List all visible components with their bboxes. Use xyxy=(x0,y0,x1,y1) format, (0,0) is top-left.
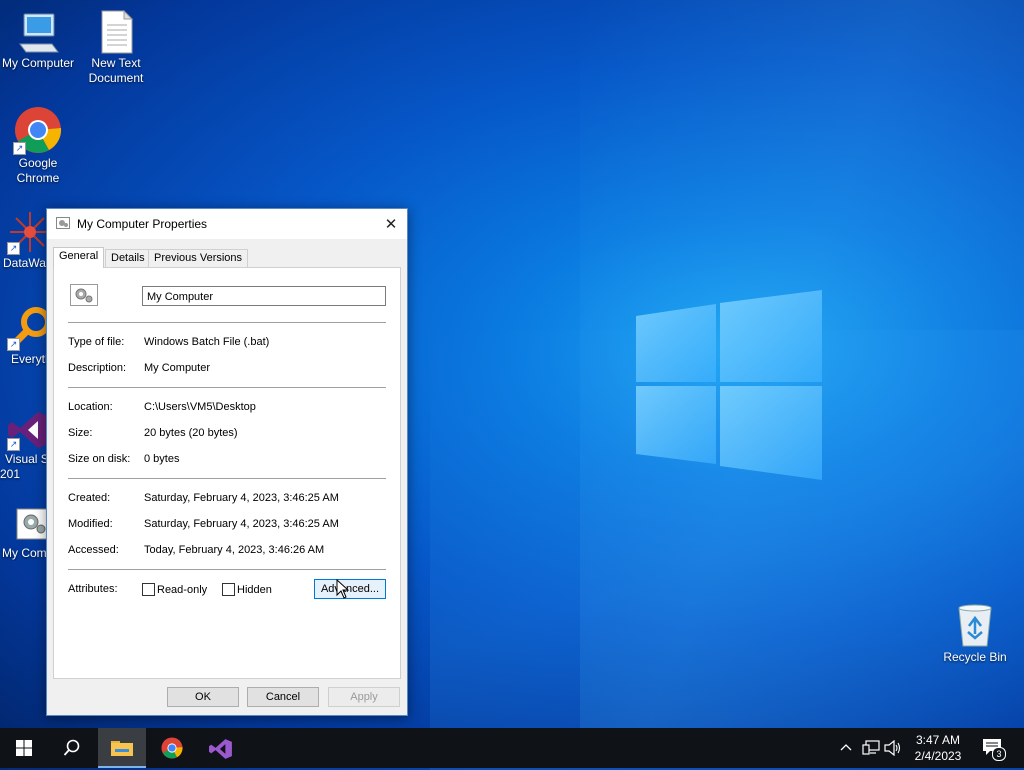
taskbar-file-explorer[interactable] xyxy=(98,728,146,768)
mouse-cursor-icon xyxy=(336,579,350,599)
text-document-icon xyxy=(101,10,134,54)
computer-icon xyxy=(19,13,59,53)
type-of-file-label: Type of file: xyxy=(68,336,125,348)
general-tab-panel: My Computer Type of file: Windows Batch … xyxy=(53,267,401,679)
size-label: Size: xyxy=(68,427,93,439)
file-name-input[interactable]: My Computer xyxy=(142,286,386,306)
desktop-icon-label: My Com xyxy=(2,546,47,560)
description-label: Description: xyxy=(68,362,127,374)
clock-time: 3:47 AM xyxy=(915,733,961,747)
cancel-button[interactable]: Cancel xyxy=(247,687,319,707)
desktop-icon-label: Visual S 201 xyxy=(0,452,49,481)
desktop-icon-new-text-document[interactable]: New Text Document xyxy=(78,10,154,86)
created-label: Created: xyxy=(68,492,111,504)
desktop-icon-label: New Text Document xyxy=(88,56,144,85)
shortcut-arrow-icon: ↗ xyxy=(7,242,20,255)
close-button[interactable]: ✕ xyxy=(375,209,407,239)
advanced-button[interactable]: Advanced... xyxy=(314,579,386,599)
size-on-disk-value: 0 bytes xyxy=(144,453,180,465)
desktop-icon-visual-studio[interactable]: ↗ Visual S 201 xyxy=(0,410,50,482)
properties-dialog: My Computer Properties ✕ General Details… xyxy=(46,208,408,716)
start-button[interactable] xyxy=(0,728,48,768)
file-type-gears-icon xyxy=(70,284,98,306)
visual-studio-icon xyxy=(209,739,232,759)
volume-icon[interactable] xyxy=(884,740,902,756)
type-of-file-value: Windows Batch File (.bat) xyxy=(144,336,270,348)
windows-start-icon xyxy=(16,740,32,756)
location-label: Location: xyxy=(68,401,113,413)
size-on-disk-label: Size on disk: xyxy=(68,453,131,465)
accessed-value: Today, February 4, 2023, 3:46:26 AM xyxy=(144,544,325,556)
batch-file-gears-icon xyxy=(16,508,50,540)
close-icon: ✕ xyxy=(384,215,398,233)
desktop-icon-google-chrome[interactable]: ↗ Google Chrome xyxy=(0,106,76,186)
location-value: C:\Users\VM5\Desktop xyxy=(144,401,256,413)
taskbar: 3:47 AM 2/4/2023 3 xyxy=(0,728,1024,768)
network-icon[interactable] xyxy=(862,740,880,756)
accessed-label: Accessed: xyxy=(68,544,119,556)
ok-button[interactable]: OK xyxy=(167,687,239,707)
dialog-titlebar[interactable]: My Computer Properties ✕ xyxy=(47,209,407,239)
hidden-checkbox[interactable] xyxy=(222,583,235,596)
notification-center-button[interactable]: 3 xyxy=(980,736,1006,761)
desktop-icon-label: Everyth xyxy=(11,352,50,366)
separator xyxy=(68,569,386,570)
tab-details[interactable]: Details xyxy=(105,249,151,267)
description-value: My Computer xyxy=(144,362,211,374)
tab-general[interactable]: General xyxy=(53,247,105,268)
desktop-icon-my-computer[interactable]: My Computer xyxy=(0,10,76,71)
read-only-checkbox[interactable] xyxy=(142,583,155,596)
dialog-title: My Computer Properties xyxy=(77,217,208,231)
chrome-icon xyxy=(161,737,183,759)
created-value: Saturday, February 4, 2023, 3:46:25 AM xyxy=(144,492,339,504)
shortcut-arrow-icon: ↗ xyxy=(7,438,20,451)
desktop-icon-everything[interactable]: ↗ Everyth xyxy=(0,306,50,367)
apply-button[interactable]: Apply xyxy=(328,687,400,707)
separator xyxy=(68,478,386,479)
chevron-up-icon[interactable] xyxy=(840,742,852,752)
notification-count-badge: 3 xyxy=(992,747,1006,761)
tab-previous-versions[interactable]: Previous Versions xyxy=(148,249,249,267)
search-icon xyxy=(63,739,80,756)
system-clock[interactable]: 3:47 AM 2/4/2023 xyxy=(904,732,972,764)
everything-search-icon: ↗ xyxy=(7,306,50,351)
hidden-label[interactable]: Hidden xyxy=(237,584,272,596)
desktop-icon-label: DataWag xyxy=(3,256,50,270)
modified-label: Modified: xyxy=(68,518,113,530)
desktop-icon-recycle-bin[interactable]: Recycle Bin xyxy=(936,602,1014,665)
batch-file-title-icon xyxy=(56,217,70,229)
desktop-icon-label: My Computer xyxy=(1,56,75,70)
datawag-icon: ↗ xyxy=(7,210,50,255)
shortcut-arrow-icon: ↗ xyxy=(7,338,20,351)
separator xyxy=(68,387,386,388)
clock-date: 2/4/2023 xyxy=(914,749,962,763)
chrome-icon: ↗ xyxy=(13,106,62,155)
attributes-label: Attributes: xyxy=(68,583,118,595)
taskbar-visual-studio[interactable] xyxy=(197,728,245,768)
taskbar-chrome[interactable] xyxy=(148,728,196,768)
desktop-icon-label: Recycle Bin xyxy=(943,650,1007,664)
desktop-icon-my-computer-bat[interactable]: My Com xyxy=(0,508,50,561)
desktop-icon-datawag[interactable]: ↗ DataWag xyxy=(0,210,50,271)
shortcut-arrow-icon: ↗ xyxy=(13,142,26,155)
search-button[interactable] xyxy=(48,728,96,768)
size-value: 20 bytes (20 bytes) xyxy=(144,427,238,439)
visual-studio-icon: ↗ xyxy=(7,410,50,451)
modified-value: Saturday, February 4, 2023, 3:46:25 AM xyxy=(144,518,339,530)
windows-logo-wallpaper xyxy=(636,290,822,480)
desktop-icon-label: Google Chrome xyxy=(16,156,60,185)
file-explorer-icon xyxy=(111,741,133,756)
separator xyxy=(68,322,386,323)
recycle-bin-icon xyxy=(958,604,992,647)
read-only-label[interactable]: Read-only xyxy=(157,584,207,596)
